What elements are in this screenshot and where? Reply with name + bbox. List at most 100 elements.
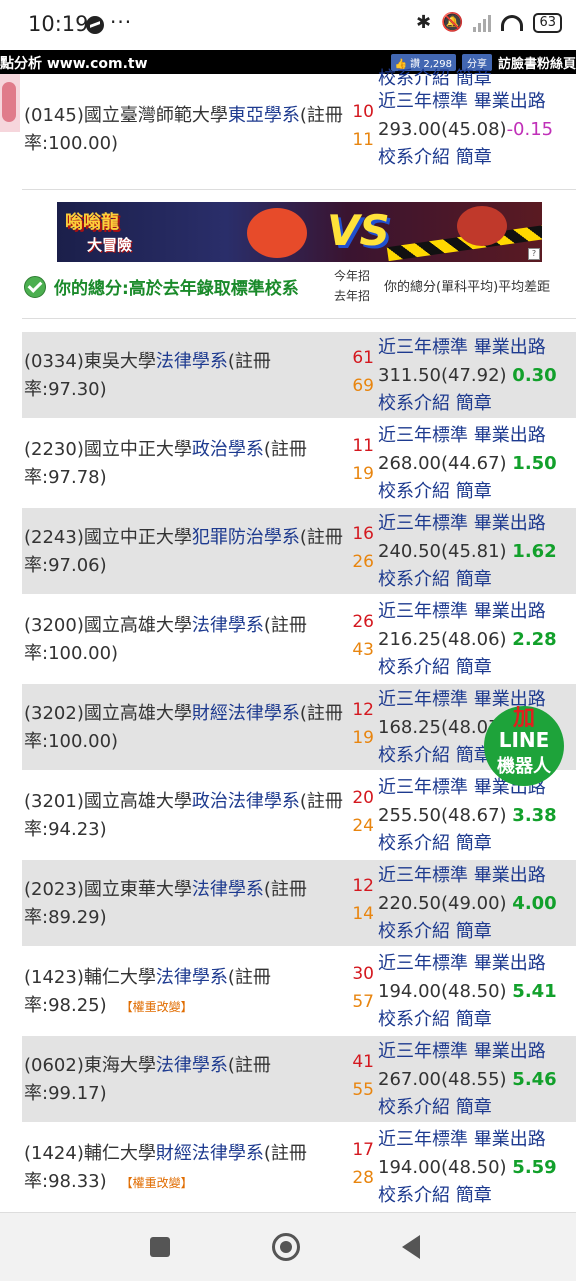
ad-title: 嗡嗡龍 bbox=[65, 212, 119, 233]
intro-link[interactable]: 校系介紹 bbox=[378, 147, 450, 168]
intro-link[interactable]: 校系介紹 bbox=[378, 833, 450, 854]
facebook-fans-link[interactable]: 訪臉書粉絲頁 bbox=[498, 53, 576, 72]
intro-link[interactable]: 校系介紹 bbox=[378, 745, 450, 766]
score-info: 近三年標準 畢業出路 240.50(45.81) 1.62 校系介紹 簡章 bbox=[378, 510, 576, 594]
diff-value: 1.62 bbox=[512, 541, 557, 562]
school-name: (2243)國立中正大學犯罪防治學系(註冊率:97.06) bbox=[24, 527, 343, 576]
career-link[interactable]: 畢業出路 bbox=[474, 601, 546, 622]
site-title[interactable]: 點分析 www.com.tw bbox=[0, 53, 148, 73]
this-year-quota: 20 bbox=[352, 788, 374, 808]
standard-link[interactable]: 近三年標準 bbox=[378, 601, 468, 622]
table-row: (0145)國立臺灣師範大學東亞學系(註冊率:100.00) 10 11 近三年… bbox=[22, 86, 576, 172]
brochure-link[interactable]: 簡章 bbox=[456, 657, 492, 678]
standard-link[interactable]: 近三年標準 bbox=[378, 337, 468, 358]
score-value: 268.00(44.67) bbox=[378, 453, 507, 474]
bluetooth-icon: ✱ bbox=[415, 12, 432, 33]
department-link[interactable]: 東亞學系 bbox=[228, 105, 300, 126]
career-link[interactable]: 畢業出路 bbox=[474, 337, 546, 358]
back-icon[interactable] bbox=[402, 1235, 420, 1259]
score-info: 近三年標準 畢業出路 194.00(48.50) 5.59 校系介紹 簡章 bbox=[378, 1126, 576, 1210]
score-value: 267.00(48.55) bbox=[378, 1069, 507, 1090]
last-year-quota: 43 bbox=[352, 640, 374, 660]
school-name: (0334)東吳大學法律學系(註冊率:97.30) bbox=[24, 351, 271, 400]
standard-link[interactable]: 近三年標準 bbox=[378, 513, 468, 534]
standard-link[interactable]: 近三年標準 bbox=[378, 689, 468, 710]
diff-value: 0.30 bbox=[512, 365, 557, 386]
standard-link[interactable]: 近三年標準 bbox=[378, 777, 468, 798]
school-name: (3202)國立高雄大學財經法律學系(註冊率:100.00) bbox=[24, 703, 343, 752]
standard-link[interactable]: 近三年標準 bbox=[378, 425, 468, 446]
department-link[interactable]: 法律學系 bbox=[156, 967, 228, 988]
career-link[interactable]: 畢業出路 bbox=[474, 425, 546, 446]
floating-widget-icon[interactable] bbox=[0, 74, 20, 132]
last-year-quota: 19 bbox=[352, 464, 374, 484]
score-info: 近三年標準 畢業出路 267.00(48.55) 5.46 校系介紹 簡章 bbox=[378, 1038, 576, 1122]
brochure-link[interactable]: 簡章 bbox=[456, 833, 492, 854]
career-link[interactable]: 畢業出路 bbox=[474, 91, 546, 112]
department-link[interactable]: 犯罪防治學系 bbox=[192, 527, 300, 548]
standard-link[interactable]: 近三年標準 bbox=[378, 865, 468, 886]
department-link[interactable]: 政治法律學系 bbox=[192, 791, 300, 812]
table-row: (1423)輔仁大學法律學系(註冊率:98.25) 【權重改變】 30 57 近三年標準… bbox=[22, 948, 576, 1034]
intro-link[interactable]: 校系介紹 bbox=[378, 1185, 450, 1206]
home-icon[interactable] bbox=[272, 1233, 300, 1261]
brochure-link[interactable]: 簡章 bbox=[456, 569, 492, 590]
ad-banner[interactable]: 嗡嗡龍 大冒險 VS ? bbox=[57, 202, 542, 262]
table-row: (2023)國立東華大學法律學系(註冊率:89.29) 12 14 近三年標準 畢業出… bbox=[22, 860, 576, 946]
system-nav-bar bbox=[0, 1212, 576, 1281]
career-link[interactable]: 畢業出路 bbox=[474, 513, 546, 534]
table-row: (0602)東海大學法律學系(註冊率:99.17) 41 55 近三年標準 畢業出路 2… bbox=[22, 1036, 576, 1122]
brochure-link[interactable]: 簡章 bbox=[456, 1185, 492, 1206]
section-header: 你的總分:高於去年錄取標準校系 今年招 去年招 你的總分(單科平均)平均差距 bbox=[22, 262, 576, 318]
mute-icon: 🔕 bbox=[441, 12, 464, 33]
school-name: (1423)輔仁大學法律學系(註冊率:98.25) 【權重改變】 bbox=[24, 967, 271, 1016]
department-link[interactable]: 政治學系 bbox=[192, 439, 264, 460]
standard-link[interactable]: 近三年標準 bbox=[378, 91, 468, 112]
score-info: 近三年標準 畢業出路 293.00(45.08)-0.15 校系介紹 簡章 bbox=[378, 88, 576, 172]
clock: 10:19 bbox=[28, 12, 89, 36]
score-info: 近三年標準 畢業出路 194.00(48.50) 5.41 校系介紹 簡章 bbox=[378, 950, 576, 1034]
intro-link[interactable]: 校系介紹 bbox=[378, 569, 450, 590]
career-link[interactable]: 畢業出路 bbox=[474, 865, 546, 886]
brochure-link[interactable]: 簡章 bbox=[456, 393, 492, 414]
school-name: (2023)國立東華大學法律學系(註冊率:89.29) bbox=[24, 879, 307, 928]
department-link[interactable]: 法律學系 bbox=[192, 879, 264, 900]
last-year-quota: 14 bbox=[352, 904, 374, 924]
brochure-link[interactable]: 簡章 bbox=[456, 147, 492, 168]
intro-link[interactable]: 校系介紹 bbox=[378, 481, 450, 502]
table-row: (3201)國立高雄大學政治法律學系(註冊率:94.23) 20 24 近三年標準 畢… bbox=[22, 772, 576, 858]
this-year-quota: 16 bbox=[352, 524, 374, 544]
intro-link[interactable]: 校系介紹 bbox=[378, 393, 450, 414]
table-row: (1424)輔仁大學財經法律學系(註冊率:98.33) 【權重改變】 17 28 近三年… bbox=[22, 1124, 576, 1210]
intro-link[interactable]: 校系介紹 bbox=[378, 1009, 450, 1030]
score-value: 311.50(47.92) bbox=[378, 365, 507, 386]
brochure-link[interactable]: 簡章 bbox=[456, 481, 492, 502]
department-link[interactable]: 財經法律學系 bbox=[156, 1143, 264, 1164]
brochure-link[interactable]: 簡章 bbox=[456, 921, 492, 942]
standard-link[interactable]: 近三年標準 bbox=[378, 1129, 468, 1150]
intro-link[interactable]: 校系介紹 bbox=[378, 921, 450, 942]
career-link[interactable]: 畢業出路 bbox=[474, 1129, 546, 1150]
line-bot-button[interactable]: 加 LINE 機器人 bbox=[484, 706, 564, 786]
brochure-link[interactable]: 簡章 bbox=[456, 1097, 492, 1118]
ad-info-icon[interactable]: ? bbox=[528, 248, 540, 260]
career-link[interactable]: 畢業出路 bbox=[474, 1041, 546, 1062]
score-value: 194.00(48.50) bbox=[378, 1157, 507, 1178]
this-year-quota: 30 bbox=[352, 964, 374, 984]
diff-value: 2.28 bbox=[512, 629, 557, 650]
ad-subtitle: 大冒險 bbox=[87, 236, 133, 254]
department-link[interactable]: 法律學系 bbox=[192, 615, 264, 636]
brochure-link[interactable]: 簡章 bbox=[456, 1009, 492, 1030]
standard-link[interactable]: 近三年標準 bbox=[378, 953, 468, 974]
department-link[interactable]: 財經法律學系 bbox=[192, 703, 300, 724]
recent-apps-icon[interactable] bbox=[150, 1237, 170, 1257]
department-link[interactable]: 法律學系 bbox=[156, 1055, 228, 1076]
this-year-quota: 12 bbox=[352, 700, 374, 720]
career-link[interactable]: 畢業出路 bbox=[474, 953, 546, 974]
intro-link[interactable]: 校系介紹 bbox=[378, 657, 450, 678]
battery-icon: 63 bbox=[533, 12, 562, 33]
department-link[interactable]: 法律學系 bbox=[156, 351, 228, 372]
intro-link[interactable]: 校系介紹 bbox=[378, 1097, 450, 1118]
standard-link[interactable]: 近三年標準 bbox=[378, 1041, 468, 1062]
score-value: 220.50(49.00) bbox=[378, 893, 507, 914]
